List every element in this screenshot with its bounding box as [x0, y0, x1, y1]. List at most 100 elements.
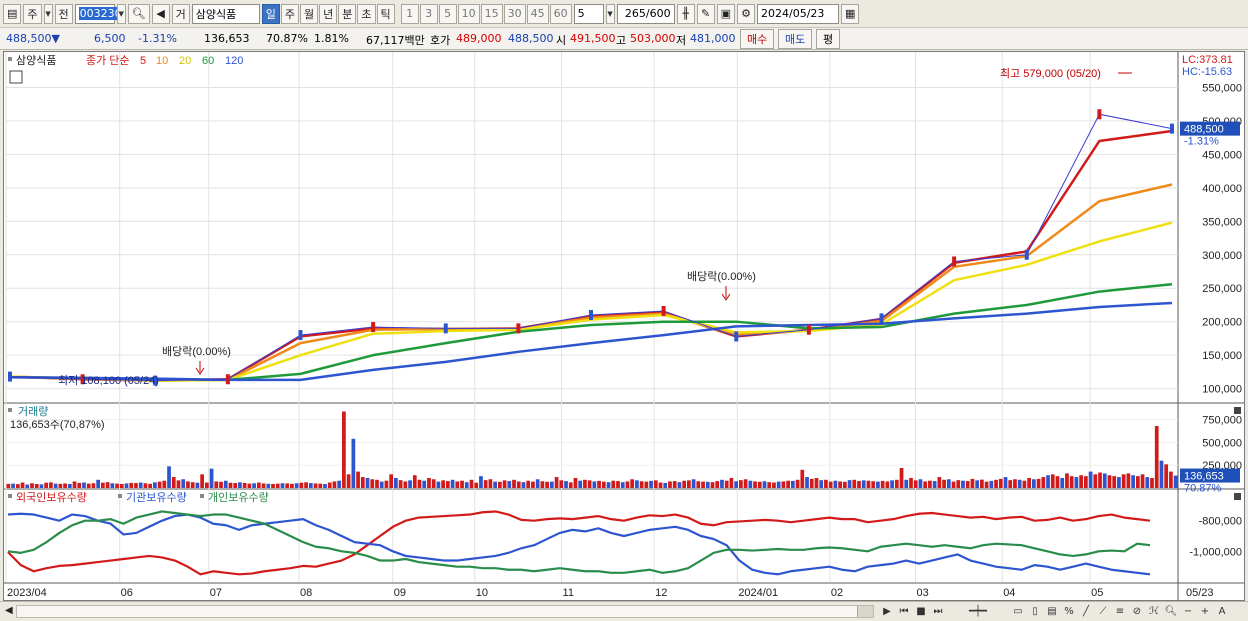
volume-bar	[124, 483, 129, 488]
volume-bar	[469, 479, 474, 488]
price-legend-name: 삼양식품	[16, 54, 56, 67]
volume-bar	[1112, 476, 1117, 488]
volume-bar	[1093, 474, 1098, 488]
volume-bar	[951, 481, 956, 488]
calendar-icon[interactable]: ▦	[841, 3, 860, 24]
volume-bar	[1008, 480, 1013, 488]
volume-bar	[148, 483, 152, 488]
zoom-icon[interactable]: 🔍︎	[1164, 604, 1178, 618]
volume-bar	[290, 483, 294, 488]
volume-bar	[446, 481, 450, 488]
overlay-icon[interactable]: ▤	[1045, 604, 1059, 618]
interval-button[interactable]: 5	[438, 3, 457, 24]
volume-bar	[786, 480, 790, 488]
candle-icon[interactable]: ╫	[676, 3, 695, 24]
date-input[interactable]: 2024/05/23	[757, 3, 840, 24]
compare-icon[interactable]: %	[1062, 604, 1076, 618]
scroll-track[interactable]	[16, 605, 874, 618]
chevron-down-icon[interactable]: ▼	[43, 3, 53, 24]
chart-scrollbar[interactable]: ◀ ▶ ⏮ ■ ⏭ ━┿━ ▭ ▯ ▤ % ╱ ⟋ ≡ ⊘ ℋ 🔍︎ − + A	[0, 601, 1248, 621]
volume-bar	[497, 481, 502, 488]
period-tab-tick[interactable]: 틱	[376, 3, 395, 24]
search-icon[interactable]: 🔍︎	[127, 3, 150, 24]
x-tick-label: 05/23	[1186, 587, 1214, 599]
period-tab-second[interactable]: 초	[357, 3, 376, 24]
stop-icon[interactable]: ■	[914, 604, 928, 618]
volume-bar	[39, 484, 44, 488]
minus-icon[interactable]: −	[1181, 604, 1195, 618]
period-tab-week[interactable]: 주	[280, 3, 299, 24]
x-tick-label: 05	[1091, 587, 1103, 599]
scroll-right-icon[interactable]: ▶	[880, 604, 894, 618]
trend-icon[interactable]: ⟋	[1096, 604, 1110, 618]
link-icon[interactable]: ⊘	[1130, 604, 1144, 618]
volume-bar	[190, 482, 195, 488]
buy-button[interactable]: 매수	[740, 29, 775, 49]
volume-bar	[994, 479, 998, 488]
period-tab-month[interactable]: 월	[300, 3, 319, 24]
rewind-icon[interactable]: ⏮	[897, 604, 911, 618]
interval-button[interactable]: 45	[526, 3, 549, 24]
type-selector[interactable]: 주	[23, 3, 42, 24]
x-tick-label: 09	[394, 587, 406, 599]
low-label: 저	[676, 34, 687, 47]
interval-button[interactable]: 10	[457, 3, 480, 24]
interval-input[interactable]: 5	[573, 3, 604, 24]
interval-button[interactable]: 15	[480, 3, 503, 24]
sell-button[interactable]: 매도	[778, 29, 813, 49]
volume-bar	[701, 481, 705, 488]
save-icon[interactable]: ▣	[716, 3, 736, 24]
volume-bar	[809, 478, 814, 488]
stock-name-field[interactable]: 삼양식품	[191, 3, 260, 24]
volume-bar	[847, 480, 852, 488]
interval-button[interactable]: 30	[503, 3, 526, 24]
fib-icon[interactable]: ≡	[1113, 604, 1127, 618]
interval-button[interactable]: 1	[400, 3, 419, 24]
interval-dropdown-icon[interactable]: ▼	[605, 3, 615, 24]
volume-bar	[739, 480, 743, 488]
prev-button[interactable]: 전	[54, 3, 73, 24]
text-tool-icon[interactable]: ℋ	[1147, 604, 1161, 618]
volume-bar	[223, 480, 228, 488]
volume-bar	[157, 481, 162, 488]
chart-frame[interactable]: 2023/04 06 07 08 09 10 11 12 2024/01 02 03 04 05 05/2…	[3, 51, 1245, 601]
scroll-left-icon[interactable]: ◀	[5, 605, 13, 616]
volume-bar	[521, 482, 526, 488]
volume-bar	[238, 482, 242, 488]
legend-marker	[200, 494, 204, 498]
volume-title: 거래량	[18, 405, 48, 418]
interval-button[interactable]: 60	[549, 3, 572, 24]
window-icon[interactable]: ▭	[1011, 604, 1025, 618]
stock-chart[interactable]: 2023/04 06 07 08 09 10 11 12 2024/01 02 03 04 05 05/2…	[4, 52, 1244, 600]
draw-line-icon[interactable]: ╱	[1079, 604, 1093, 618]
x-tick-label: 02	[831, 587, 843, 599]
interval-button[interactable]: 3	[419, 3, 438, 24]
volume-bar	[857, 481, 861, 488]
even-button[interactable]: 평	[816, 29, 841, 49]
price-change: 6,500	[94, 32, 126, 45]
zoom-slider[interactable]: ━┿━	[948, 604, 1008, 618]
speaker-icon[interactable]: ◀	[151, 3, 170, 24]
volume-bar	[1117, 477, 1121, 488]
x-tick-label: 04	[1003, 587, 1015, 599]
price-legend-period: 5	[140, 55, 146, 67]
y-tick-label: 550,000	[1202, 82, 1242, 94]
volume-bar	[134, 483, 138, 488]
draw-icon[interactable]: ✎	[696, 3, 715, 24]
volume-bar	[1150, 477, 1154, 488]
period-tab-day[interactable]: 일	[261, 3, 280, 24]
code-dropdown-icon[interactable]: ▼	[116, 3, 126, 24]
scroll-thumb[interactable]	[857, 606, 873, 617]
volume-bar	[25, 484, 30, 488]
plus-icon[interactable]: +	[1198, 604, 1212, 618]
split-icon[interactable]: ▯	[1028, 604, 1042, 618]
period-tab-year[interactable]: 년	[319, 3, 338, 24]
stock-code-input[interactable]: 003230	[74, 3, 123, 24]
forward-icon[interactable]: ⏭	[931, 604, 945, 618]
chart-menu-icon[interactable]: ▤	[3, 3, 22, 24]
count-input[interactable]: 265/600	[616, 3, 675, 24]
volume-bar	[800, 469, 805, 488]
text-icon[interactable]: A	[1215, 604, 1229, 618]
gear-icon[interactable]: ⚙	[737, 3, 756, 24]
period-tab-minute[interactable]: 분	[338, 3, 357, 24]
